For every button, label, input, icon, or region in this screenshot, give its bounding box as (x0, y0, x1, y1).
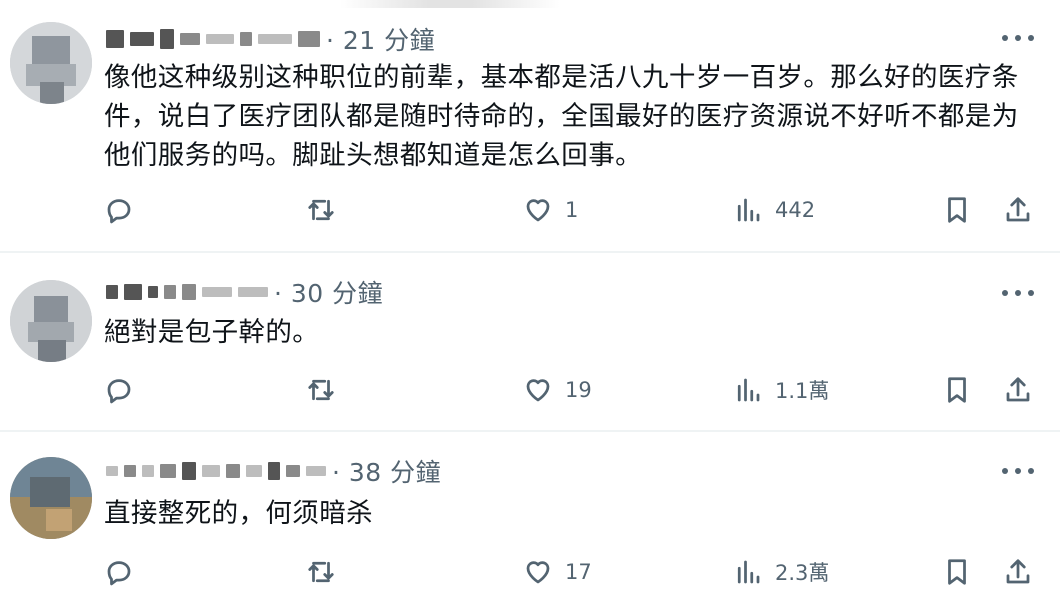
post-header: · 30 分鐘 (106, 275, 383, 309)
views-button[interactable]: 1.1萬 (733, 370, 829, 410)
author-name-blurred[interactable] (106, 277, 268, 307)
heart-icon (526, 199, 550, 222)
views-count: 2.3萬 (775, 561, 830, 585)
reply-button[interactable] (104, 552, 134, 592)
bookmark-button[interactable] (942, 552, 972, 592)
views-count: 442 (775, 198, 816, 222)
more-icon[interactable] (1002, 28, 1034, 48)
heart-icon (526, 561, 550, 584)
views-button[interactable]: 2.3萬 (733, 552, 829, 592)
post-text: 直接整死的，何须暗杀 (104, 498, 373, 529)
views-icon (737, 560, 760, 584)
repost-button[interactable] (306, 190, 336, 230)
like-button[interactable]: 19 (523, 370, 592, 410)
reply-icon (107, 199, 131, 224)
post-text: 絕對是包子幹的。 (104, 317, 320, 348)
share-button[interactable] (1003, 552, 1033, 592)
post-text: 像他这种级别这种职位的前辈，基本都是活八九十岁一百岁。那么好的医疗条件，说白了医… (104, 62, 1019, 171)
bookmark-button[interactable] (942, 190, 972, 230)
share-icon (1006, 377, 1030, 402)
post-header: · 38 分鐘 (106, 454, 441, 488)
bookmark-icon (948, 559, 966, 585)
bookmark-icon (948, 197, 966, 223)
views-icon (737, 198, 760, 222)
author-name-blurred[interactable] (106, 456, 326, 486)
reply-button[interactable] (104, 190, 134, 230)
bookmark-button[interactable] (942, 370, 972, 410)
repost-button[interactable] (306, 370, 336, 410)
repost-icon (308, 561, 334, 583)
post-time[interactable]: · 30 分鐘 (274, 274, 383, 310)
more-icon[interactable] (1002, 283, 1034, 303)
avatar[interactable] (10, 457, 92, 539)
post-time[interactable]: · 38 分鐘 (332, 453, 441, 489)
post-2[interactable]: · 30 分鐘 絕對是包子幹的。 19 1.1萬 (0, 253, 1060, 431)
more-icon[interactable] (1002, 461, 1034, 481)
reply-button[interactable] (104, 370, 134, 410)
views-button[interactable]: 442 (733, 190, 815, 230)
like-button[interactable]: 1 (523, 190, 578, 230)
heart-icon (526, 379, 550, 402)
share-icon (1006, 197, 1030, 222)
post-actions: 17 2.3萬 (0, 552, 1060, 592)
repost-icon (308, 199, 334, 221)
post-actions: 1 442 (0, 190, 1060, 230)
views-count: 1.1萬 (775, 379, 830, 403)
post-1[interactable]: · 21 分鐘 像他这种级别这种职位的前辈，基本都是活八九十岁一百岁。那么好的医… (0, 0, 1060, 252)
reply-icon (107, 561, 131, 586)
repost-button[interactable] (306, 552, 336, 592)
like-button[interactable]: 17 (523, 552, 592, 592)
post-3[interactable]: · 38 分鐘 直接整死的，何须暗杀 17 2.3萬 (0, 432, 1060, 596)
like-count: 17 (565, 560, 592, 584)
author-name-blurred[interactable] (106, 24, 320, 54)
repost-icon (308, 379, 334, 401)
share-icon (1006, 559, 1030, 584)
avatar[interactable] (10, 280, 92, 362)
post-time[interactable]: · 21 分鐘 (326, 21, 435, 57)
post-actions: 19 1.1萬 (0, 370, 1060, 410)
like-count: 19 (565, 378, 592, 402)
share-button[interactable] (1003, 190, 1033, 230)
post-header: · 21 分鐘 (106, 22, 435, 56)
like-count: 1 (565, 198, 579, 222)
views-icon (737, 378, 760, 402)
reply-icon (107, 379, 131, 404)
share-button[interactable] (1003, 370, 1033, 410)
bookmark-icon (948, 377, 966, 403)
avatar[interactable] (10, 22, 92, 104)
